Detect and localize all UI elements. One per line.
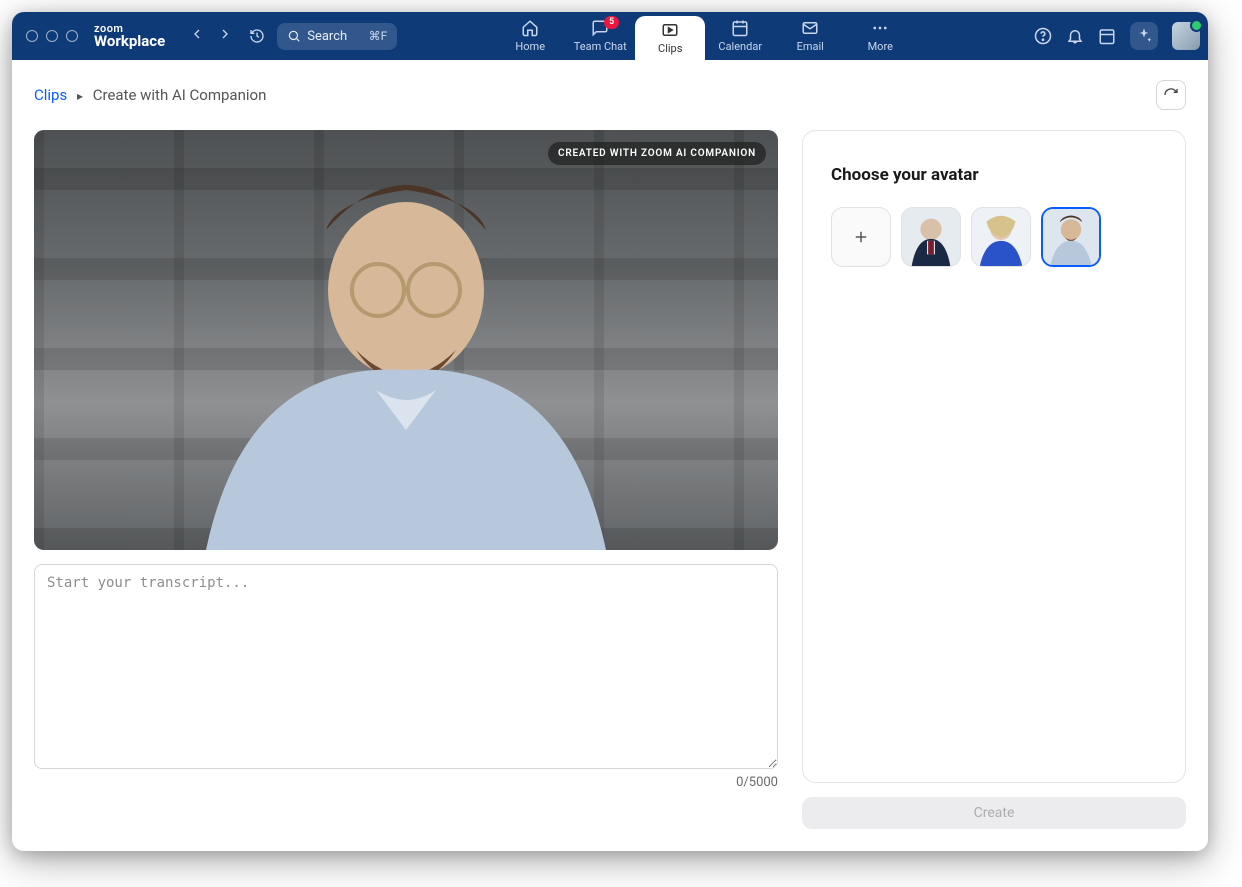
transcript-input[interactable] xyxy=(34,564,778,769)
tab-team-chat[interactable]: 5 Team Chat xyxy=(565,12,635,60)
titlebar-right xyxy=(1034,22,1200,50)
avatar-option-2[interactable] xyxy=(971,207,1031,267)
tab-calendar-label: Calendar xyxy=(718,40,762,53)
content: Clips ▸ Create with AI Companion xyxy=(12,60,1208,851)
avatar-thumb-icon xyxy=(972,208,1030,266)
window-close-icon[interactable] xyxy=(26,30,38,42)
breadcrumb: Clips ▸ Create with AI Companion xyxy=(34,86,266,104)
left-column: CREATED WITH ZOOM AI COMPANION 0/5000 xyxy=(34,130,778,829)
search-shortcut: ⌘F xyxy=(369,29,388,43)
plus-icon xyxy=(852,228,870,246)
user-avatar[interactable] xyxy=(1172,22,1200,50)
window-maximize-icon[interactable] xyxy=(66,30,78,42)
chevron-left-icon xyxy=(189,26,205,42)
today-button[interactable] xyxy=(1098,27,1116,45)
help-icon xyxy=(1034,27,1052,45)
email-icon xyxy=(801,19,819,37)
panel-title: Choose your avatar xyxy=(831,165,1157,185)
more-icon xyxy=(871,19,889,37)
forward-button[interactable] xyxy=(217,26,233,46)
add-avatar-button[interactable] xyxy=(831,207,891,267)
clips-icon xyxy=(661,21,679,39)
refresh-icon xyxy=(1163,87,1179,103)
tab-team-chat-label: Team Chat xyxy=(574,40,627,53)
avatar-option-1[interactable] xyxy=(901,207,961,267)
search-icon xyxy=(287,29,301,43)
create-button[interactable]: Create xyxy=(802,797,1186,829)
main-tabs: Home 5 Team Chat Clips Calendar Email xyxy=(495,12,915,60)
tab-home[interactable]: Home xyxy=(495,12,565,60)
brand-line2: Workplace xyxy=(94,34,165,49)
preview-ai-badge: CREATED WITH ZOOM AI COMPANION xyxy=(548,142,766,165)
avatar-person-illustration xyxy=(146,130,666,550)
avatar-grid xyxy=(831,207,1157,267)
ai-companion-button[interactable] xyxy=(1130,22,1158,50)
tab-clips-label: Clips xyxy=(658,42,682,55)
calendar-day-icon xyxy=(1098,27,1116,45)
notifications-button[interactable] xyxy=(1066,27,1084,45)
search-placeholder: Search xyxy=(307,29,347,44)
brand-logo: zoom Workplace xyxy=(94,23,165,49)
tab-clips[interactable]: Clips xyxy=(635,16,705,60)
char-count: 0/5000 xyxy=(34,775,778,790)
refresh-button[interactable] xyxy=(1156,80,1186,110)
avatar-panel: Choose your avatar xyxy=(802,130,1186,783)
titlebar: zoom Workplace Search ⌘F Home xyxy=(12,12,1208,60)
app-window: zoom Workplace Search ⌘F Home xyxy=(12,12,1208,851)
history-button[interactable] xyxy=(249,28,265,44)
bell-icon xyxy=(1066,27,1084,45)
right-column: Choose your avatar xyxy=(802,130,1186,829)
tab-more[interactable]: More xyxy=(845,12,915,60)
tab-calendar[interactable]: Calendar xyxy=(705,12,775,60)
avatar-option-3[interactable] xyxy=(1041,207,1101,267)
window-minimize-icon[interactable] xyxy=(46,30,58,42)
team-chat-badge: 5 xyxy=(604,16,619,29)
calendar-icon xyxy=(731,19,749,37)
chevron-right-icon xyxy=(217,26,233,42)
avatar-preview: CREATED WITH ZOOM AI COMPANION xyxy=(34,130,778,550)
back-button[interactable] xyxy=(189,26,205,46)
tab-email[interactable]: Email xyxy=(775,12,845,60)
avatar-thumb-icon xyxy=(902,208,960,266)
tab-more-label: More xyxy=(868,40,893,53)
main-layout: CREATED WITH ZOOM AI COMPANION 0/5000 Ch… xyxy=(12,130,1208,851)
sparkle-icon xyxy=(1135,27,1153,45)
history-icon xyxy=(249,28,265,44)
breadcrumb-row: Clips ▸ Create with AI Companion xyxy=(12,60,1208,130)
tab-home-label: Home xyxy=(515,40,545,53)
nav-arrows xyxy=(189,26,233,46)
breadcrumb-current: Create with AI Companion xyxy=(93,86,267,104)
avatar-thumb-icon xyxy=(1043,209,1099,265)
window-controls[interactable] xyxy=(26,30,78,42)
home-icon xyxy=(521,19,539,37)
breadcrumb-root[interactable]: Clips xyxy=(34,86,67,104)
tab-email-label: Email xyxy=(797,40,824,53)
help-button[interactable] xyxy=(1034,27,1052,45)
search-input[interactable]: Search ⌘F xyxy=(277,23,397,50)
breadcrumb-separator: ▸ xyxy=(77,89,83,103)
